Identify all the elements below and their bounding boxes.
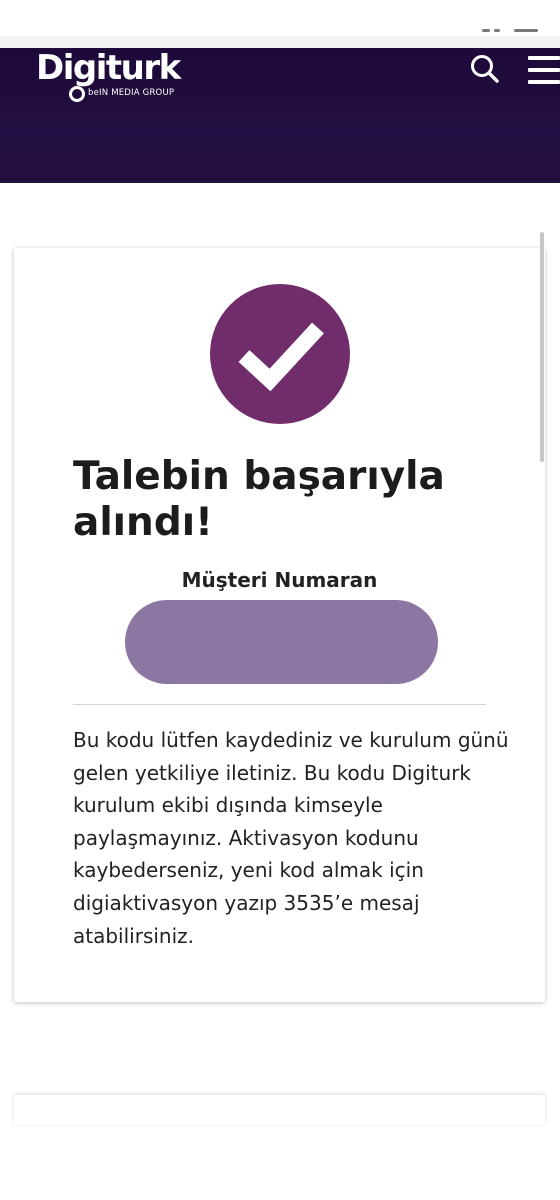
divider [73,704,486,705]
header-top-line [0,36,560,48]
search-button[interactable] [468,52,502,86]
digiturk-logo[interactable]: Digiturk beIN MEDIA GROUP [36,48,186,104]
scrollbar[interactable] [540,232,544,462]
success-title: Talebin başarıyla alındı! [73,454,445,545]
customer-number-label: Müşteri Numaran [181,568,378,592]
checkmark-icon [238,322,324,392]
success-badge [210,284,350,424]
success-card: Talebin başarıyla alındı! Müşteri Numara… [14,248,545,1002]
hamburger-menu-icon [528,80,560,84]
logo-wordmark: Digiturk [36,48,181,88]
search-icon [471,55,499,83]
menu-button[interactable] [522,52,560,86]
next-card [14,1095,545,1125]
hamburger-menu-icon [528,68,560,72]
customer-number-value [125,600,438,684]
status-icons [482,22,542,32]
instruction-text: Bu kodu lütfen kaydediniz ve kurulum gün… [73,728,509,948]
logo-ring-icon [69,86,85,102]
hamburger-menu-icon [528,56,560,60]
status-bar [0,0,560,36]
logo-subtitle: beIN MEDIA GROUP [88,88,175,98]
